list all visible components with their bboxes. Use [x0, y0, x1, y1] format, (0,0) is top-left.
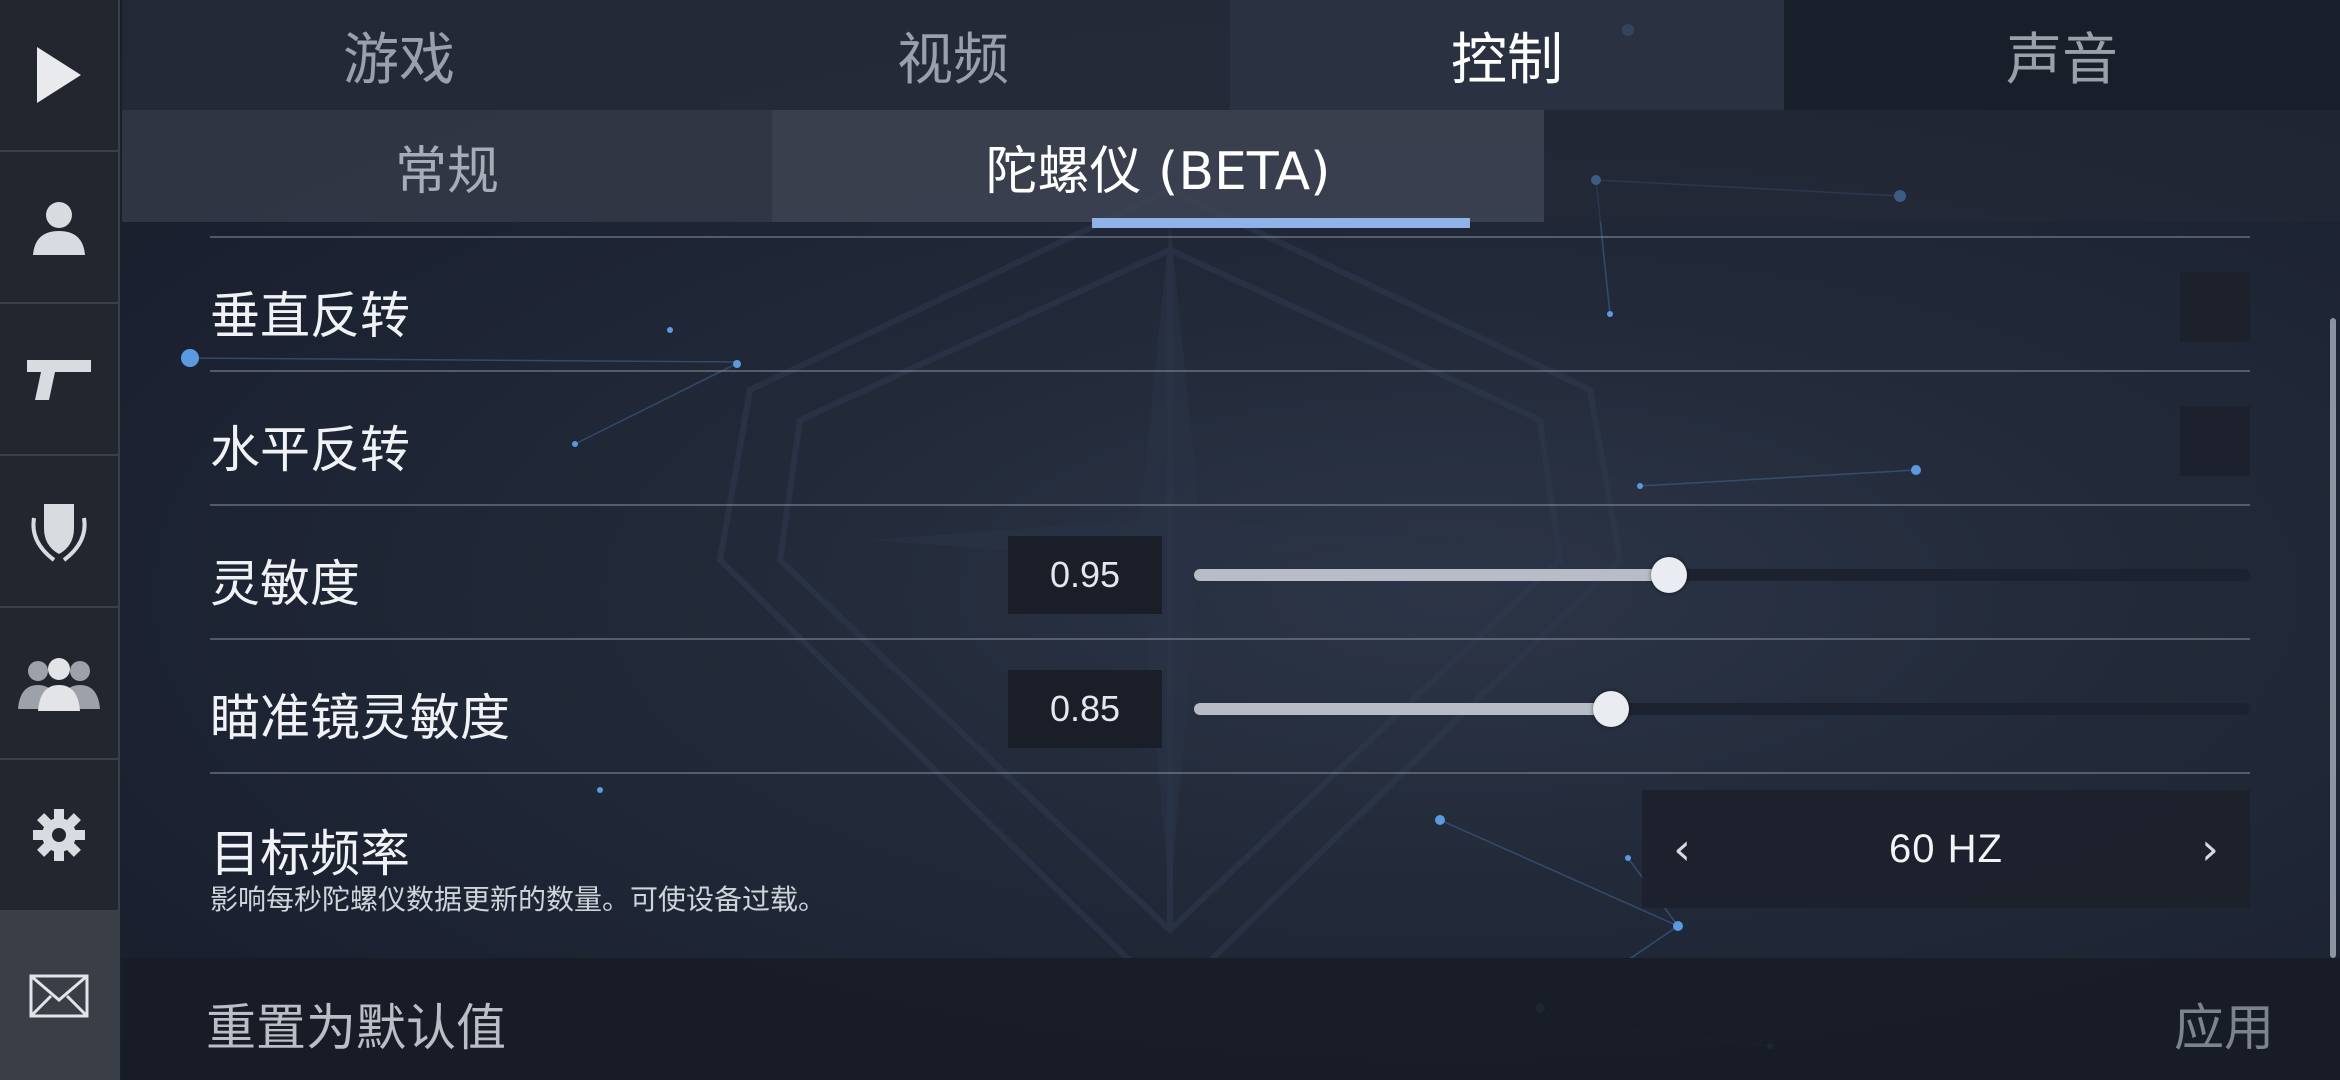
sub-tab-bar: 常规 陀螺仪 (BETA) [122, 110, 2340, 222]
sensitivity-slider[interactable] [1194, 557, 2250, 593]
target-frequency-selector: ‹ 60 HZ › [1642, 790, 2250, 908]
vertical-invert-checkbox[interactable] [2180, 272, 2250, 342]
apply-button[interactable]: 应用 [2174, 988, 2274, 1060]
setting-row-scope-sensitivity: 瞄准镜灵敏度 0.85 [210, 638, 2250, 772]
profile-icon [33, 202, 85, 255]
rail-mail-button[interactable] [0, 912, 118, 1080]
sensitivity-slider-thumb[interactable] [1651, 557, 1688, 593]
rail-weapons-button[interactable] [0, 304, 118, 456]
scope-sensitivity-slider-thumb[interactable] [1593, 691, 1630, 727]
scope-sensitivity-slider[interactable] [1194, 691, 2250, 727]
rail-play-button[interactable] [0, 0, 118, 152]
pistol-icon [27, 360, 91, 400]
setting-row-horizontal-invert: 水平反转 [210, 370, 2250, 504]
sensitivity-label: 灵敏度 [210, 555, 360, 613]
mail-icon [29, 974, 89, 1018]
play-icon [37, 47, 81, 103]
rail-profile-button[interactable] [0, 152, 118, 304]
subtab-general[interactable]: 常规 [122, 110, 772, 222]
top-tab-bar: 游戏 视频 控制 声音 [122, 0, 2340, 110]
left-icon-rail [0, 0, 120, 1080]
sensitivity-value[interactable]: 0.95 [1008, 536, 1162, 614]
rail-clan-button[interactable] [0, 456, 118, 608]
setting-row-vertical-invert: 垂直反转 [210, 236, 2250, 370]
frequency-next-button[interactable]: › [2170, 790, 2250, 908]
tab-sound[interactable]: 声音 [1784, 0, 2340, 110]
scope-sensitivity-value[interactable]: 0.85 [1008, 670, 1162, 748]
gyro-settings-panel: 垂直反转 水平反转 灵敏度 0.95 瞄准镜灵敏度 0.85 目标频率 影响每秒… [122, 222, 2250, 958]
tab-game[interactable]: 游戏 [122, 0, 676, 110]
frequency-value: 60 HZ [1889, 826, 2003, 871]
settings-screen: 游戏 视频 控制 声音 常规 陀螺仪 (BETA) 垂直反转 水平反转 灵敏度 … [0, 0, 2340, 1080]
scope-sensitivity-slider-fill [1194, 703, 1612, 715]
tab-video[interactable]: 视频 [676, 0, 1230, 110]
tab-controls[interactable]: 控制 [1230, 0, 1784, 110]
target-frequency-description: 影响每秒陀螺仪数据更新的数量。可使设备过载。 [210, 883, 827, 916]
subtab-gyroscope[interactable]: 陀螺仪 (BETA) [772, 110, 1544, 222]
horizontal-invert-checkbox[interactable] [2180, 406, 2250, 476]
reset-defaults-button[interactable]: 重置为默认值 [206, 988, 506, 1060]
frequency-prev-button[interactable]: ‹ [1642, 790, 1722, 908]
target-frequency-label: 目标频率 [210, 825, 410, 883]
subtab-filler [1544, 110, 2340, 222]
rail-settings-button[interactable] [0, 760, 118, 912]
setting-row-sensitivity: 灵敏度 0.95 [210, 504, 2250, 638]
rail-friends-button[interactable] [0, 608, 118, 760]
setting-row-target-frequency: 目标频率 影响每秒陀螺仪数据更新的数量。可使设备过载。 ‹ 60 HZ › [210, 772, 2250, 942]
horizontal-invert-label: 水平反转 [210, 421, 410, 479]
sensitivity-slider-fill [1194, 569, 1670, 581]
bottom-action-bar: 重置为默认值 应用 [122, 958, 2340, 1080]
vertical-invert-label: 垂直反转 [210, 287, 410, 345]
friends-icon [18, 658, 100, 711]
gear-icon [33, 809, 85, 861]
panel-scrollbar[interactable] [2330, 318, 2336, 958]
shield-laurel-icon [31, 504, 87, 562]
scope-sensitivity-label: 瞄准镜灵敏度 [210, 689, 510, 747]
